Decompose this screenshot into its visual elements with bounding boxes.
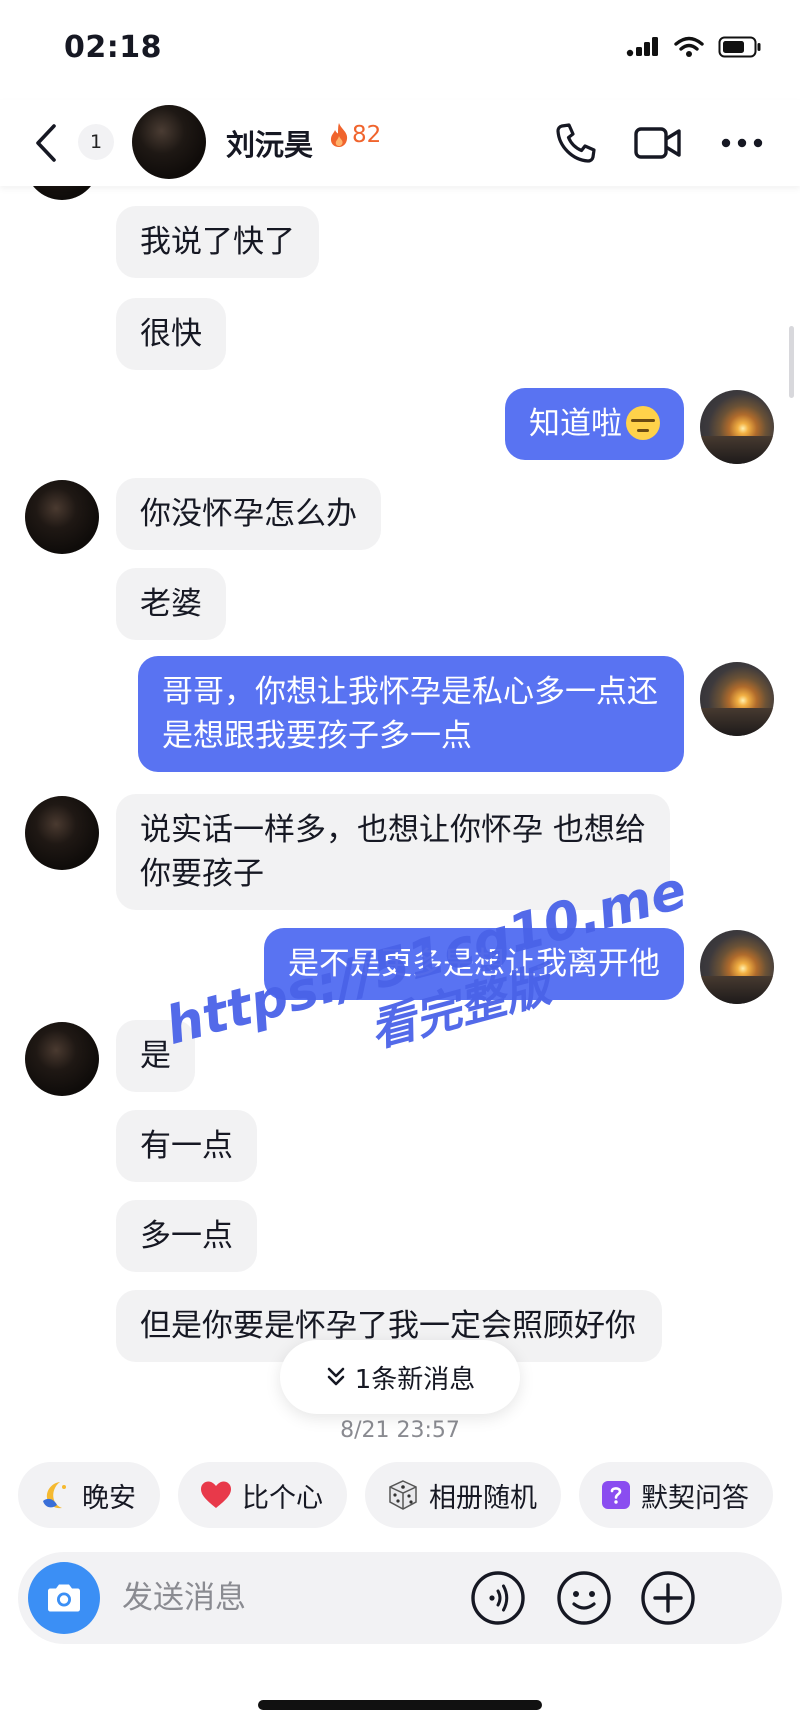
quick-action-heart[interactable]: 比个心 xyxy=(178,1462,347,1528)
wifi-icon xyxy=(674,36,704,57)
quick-actions-bar: 晚安 比个心 相册随机 默契问答 xyxy=(18,1462,773,1528)
voice-icon xyxy=(471,1571,525,1625)
status-time: 02:18 xyxy=(64,30,162,65)
quick-action-label: 默契问答 xyxy=(641,1482,749,1514)
more-button[interactable] xyxy=(718,120,766,166)
more-icon xyxy=(721,138,763,148)
contact-avatar[interactable] xyxy=(25,1022,99,1096)
emoji-button[interactable] xyxy=(552,1566,616,1630)
smirk-emoji-icon xyxy=(626,406,660,440)
camera-button[interactable] xyxy=(28,1562,100,1634)
chat-header: 1 刘沅昊 82 xyxy=(0,100,800,186)
unread-count-badge[interactable]: 1 xyxy=(78,124,114,160)
streak-badge: 82 xyxy=(328,122,381,148)
message-bubble[interactable]: 很快 xyxy=(116,298,226,370)
my-avatar[interactable] xyxy=(700,930,774,1004)
contact-avatar[interactable] xyxy=(25,796,99,870)
dice-icon xyxy=(389,1480,417,1510)
message-composer xyxy=(18,1552,782,1644)
contact-avatar[interactable] xyxy=(25,480,99,554)
video-call-button[interactable] xyxy=(634,120,682,166)
voice-message-button[interactable] xyxy=(466,1566,530,1630)
message-bubble[interactable]: 我说了快了 xyxy=(116,206,319,278)
status-icons xyxy=(626,36,762,58)
new-message-label: 1条新消息 xyxy=(354,1364,476,1395)
contact-name[interactable]: 刘沅昊 xyxy=(226,122,313,164)
phone-icon xyxy=(556,123,596,163)
message-input[interactable] xyxy=(122,1572,422,1624)
signal-icon xyxy=(626,37,658,57)
message-list[interactable]: 我说了快了 很快 知道啦 你没怀孕怎么办 老婆 哥哥，你想让我怀孕是私心多一点还… xyxy=(0,186,800,1436)
quick-action-quiz[interactable]: 默契问答 xyxy=(579,1462,773,1528)
video-camera-icon xyxy=(634,127,681,159)
emoji-icon xyxy=(557,1571,611,1625)
message-bubble[interactable]: 老婆 xyxy=(116,568,226,640)
home-indicator[interactable] xyxy=(258,1700,542,1710)
quick-action-label: 晚安 xyxy=(82,1482,136,1514)
message-timestamp: 8/21 23:57 xyxy=(340,1418,460,1443)
heart-icon xyxy=(201,1481,231,1508)
message-text: 知道啦 xyxy=(529,406,622,442)
flame-icon xyxy=(330,123,348,147)
plus-icon xyxy=(641,1571,695,1625)
message-bubble-outgoing[interactable]: 知道啦 xyxy=(505,388,684,460)
message-bubble[interactable]: 多一点 xyxy=(116,1200,257,1272)
message-bubble[interactable]: 你没怀孕怎么办 xyxy=(116,478,381,550)
contact-avatar-partial xyxy=(25,186,99,200)
streak-count: 82 xyxy=(352,122,382,148)
battery-icon xyxy=(718,36,761,58)
scrollbar[interactable] xyxy=(789,326,794,398)
my-avatar[interactable] xyxy=(700,662,774,736)
double-chevron-down-icon xyxy=(327,1367,345,1386)
moon-icon xyxy=(43,1482,66,1509)
back-button[interactable] xyxy=(28,120,68,166)
new-message-indicator[interactable]: 1条新消息 xyxy=(280,1340,520,1414)
quick-action-goodnight[interactable]: 晚安 xyxy=(18,1462,160,1528)
chevron-left-icon xyxy=(36,124,56,162)
my-avatar[interactable] xyxy=(700,390,774,464)
plus-button[interactable] xyxy=(636,1566,700,1630)
quick-action-label: 比个心 xyxy=(242,1482,323,1514)
message-bubble-outgoing[interactable]: 哥哥，你想让我怀孕是私心多一点还是想跟我要孩子多一点 xyxy=(138,656,684,772)
contact-avatar[interactable] xyxy=(132,105,206,179)
quick-action-album-random[interactable]: 相册随机 xyxy=(365,1462,561,1528)
voice-call-button[interactable] xyxy=(552,120,600,166)
camera-icon xyxy=(48,1584,80,1612)
quick-action-label: 相册随机 xyxy=(429,1482,537,1514)
message-bubble[interactable]: 有一点 xyxy=(116,1110,257,1182)
status-bar: 02:18 xyxy=(0,0,800,100)
question-box-icon xyxy=(602,1481,630,1509)
